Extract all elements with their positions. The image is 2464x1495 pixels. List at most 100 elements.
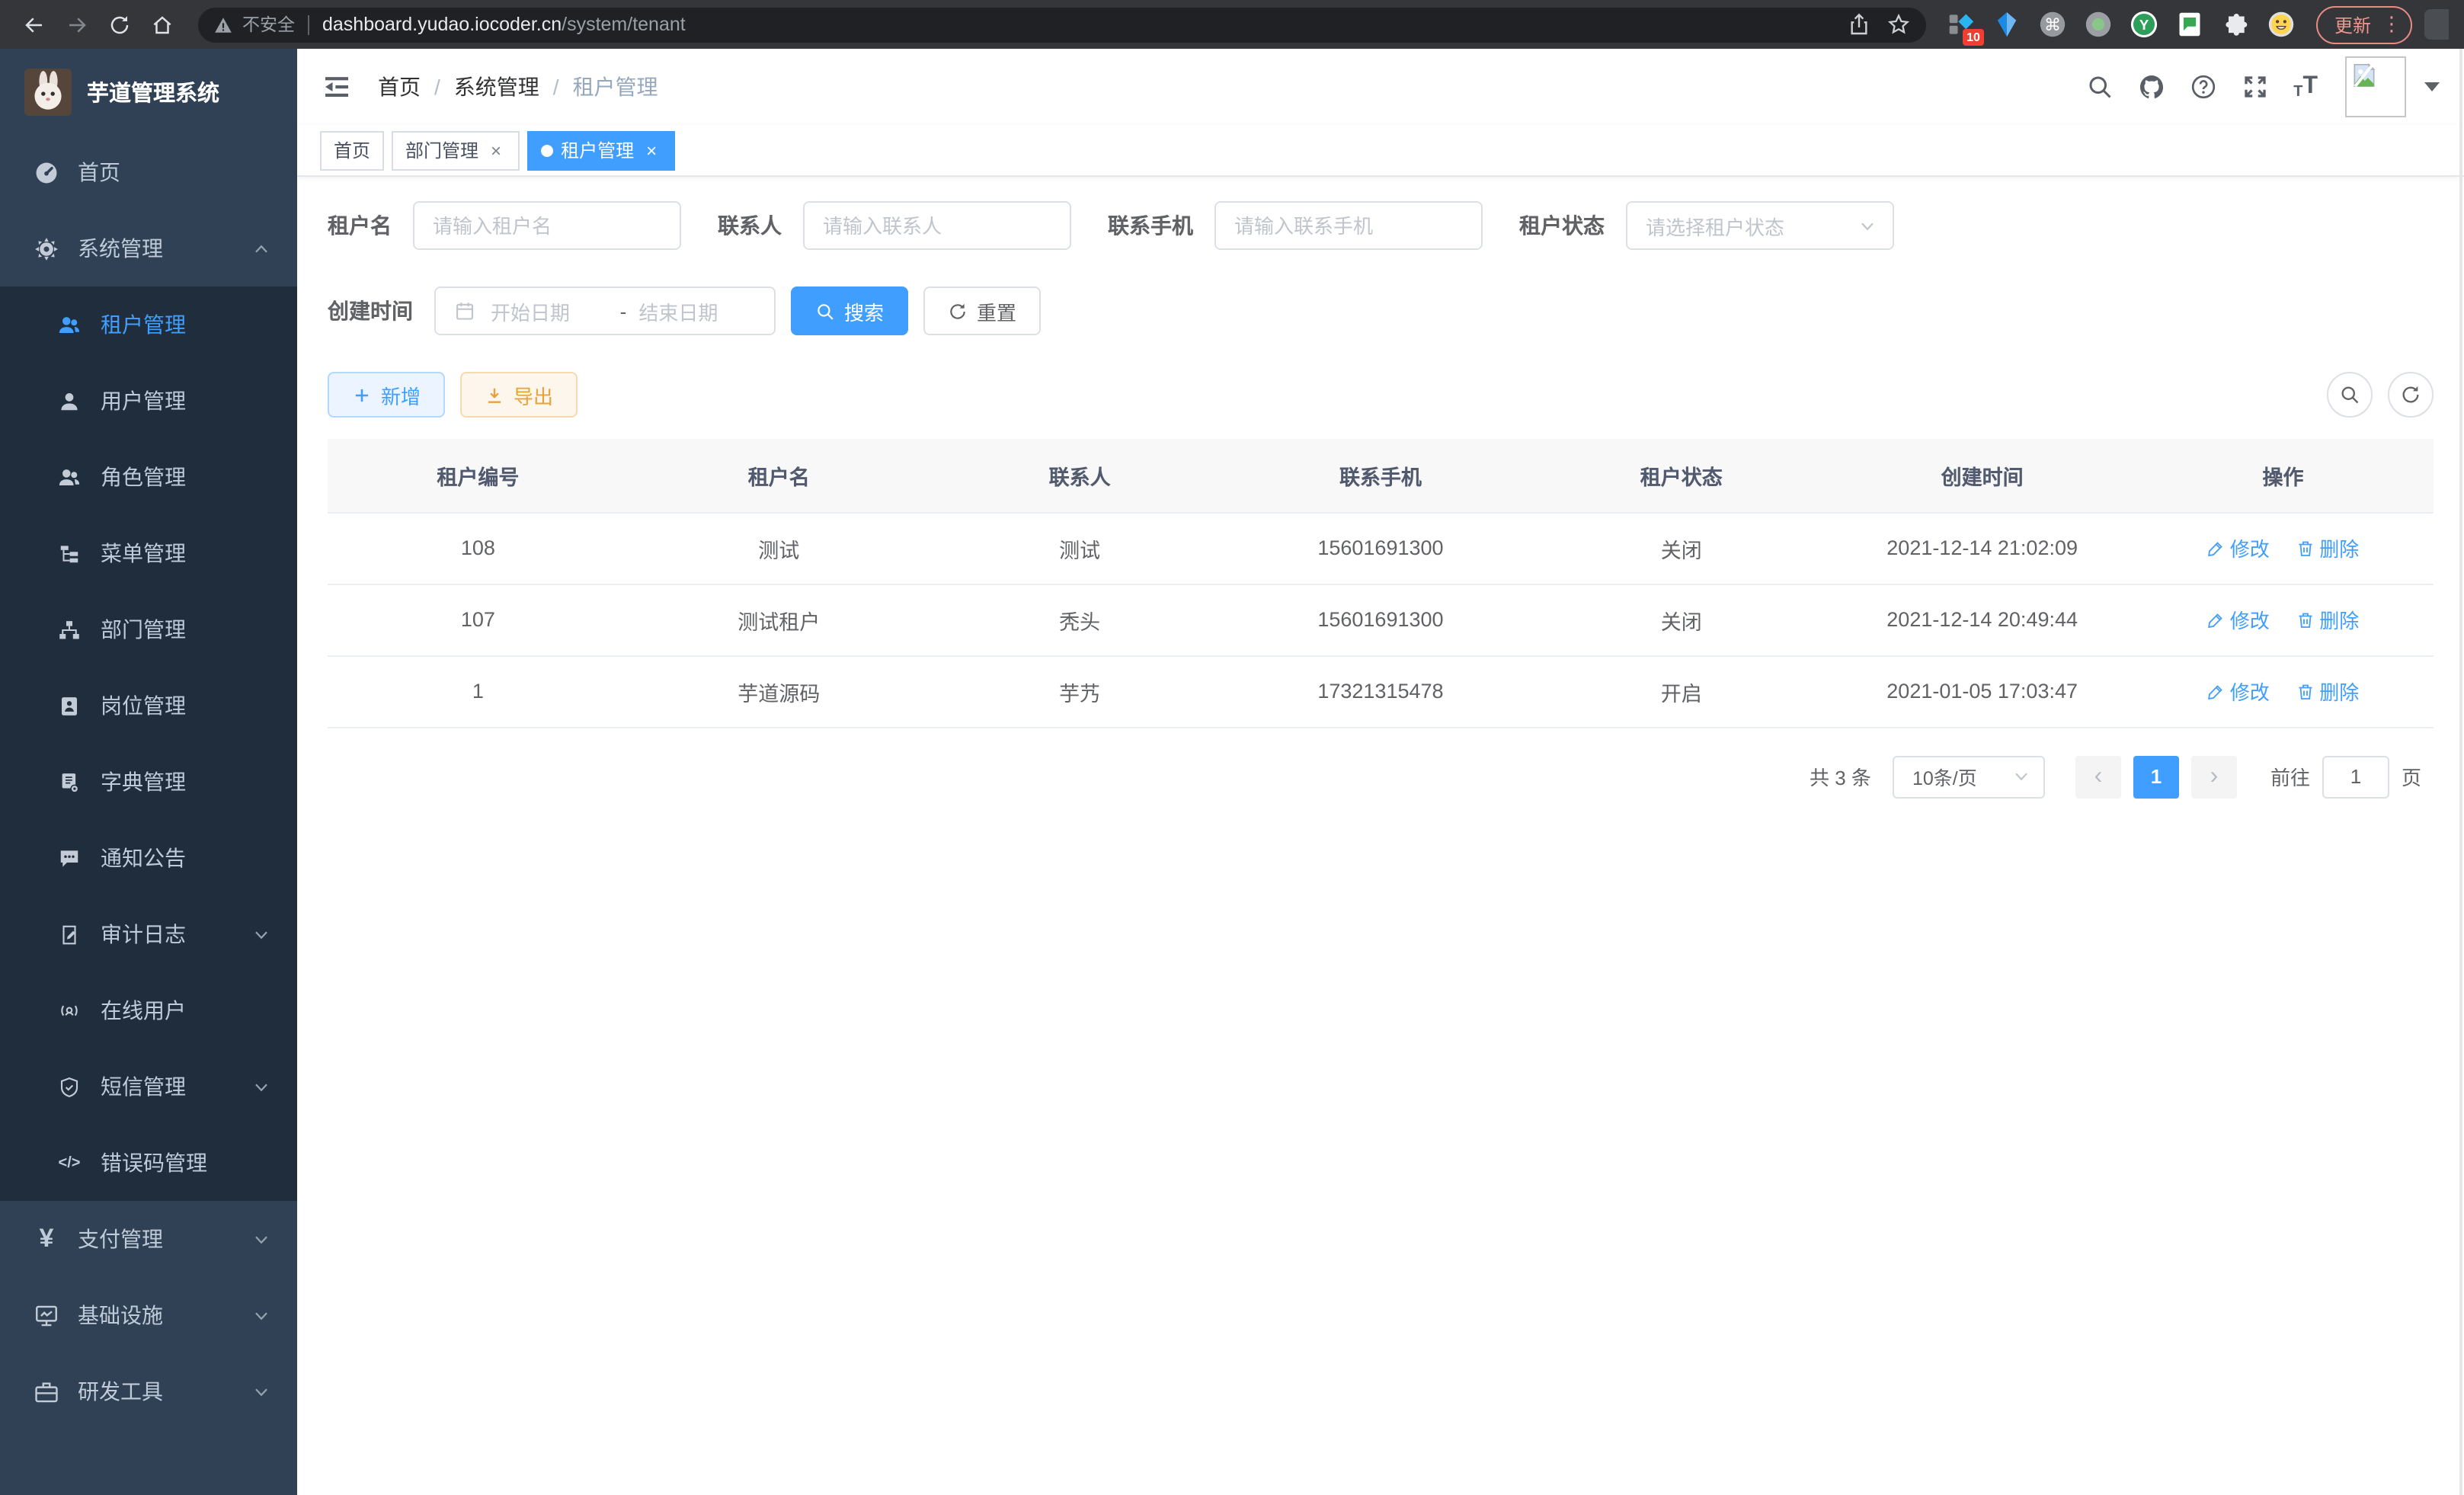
browser-home-button[interactable]	[143, 6, 180, 43]
browser-reload-button[interactable]	[101, 6, 137, 43]
status-select-placeholder: 请选择租户状态	[1646, 211, 1784, 240]
tab-home[interactable]: 首页	[320, 130, 384, 170]
breadcrumb-home[interactable]: 首页	[378, 72, 421, 102]
delete-link[interactable]: 删除	[2296, 677, 2359, 706]
breadcrumb-system[interactable]: 系统管理	[454, 72, 539, 102]
extensions-puzzle-icon[interactable]	[2222, 11, 2249, 38]
browser-menu-icon[interactable]: ⋮	[2382, 12, 2400, 37]
sidebar-item-tenant[interactable]: 租户管理	[0, 287, 297, 363]
cell-contact: 秃头	[930, 584, 1230, 655]
extension-dot-icon[interactable]	[2085, 11, 2112, 38]
edit-link[interactable]: 修改	[2207, 677, 2270, 706]
security-label: 不安全	[242, 12, 295, 37]
phone-label: 联系手机	[1108, 210, 1214, 241]
sidebar-item-infra[interactable]: 基础设施	[0, 1277, 297, 1353]
browser-profile-chip[interactable]	[2424, 9, 2449, 40]
sidebar-item-label: 短信管理	[101, 1071, 186, 1102]
refresh-icon	[2400, 384, 2421, 405]
sidebar-item-home[interactable]: 首页	[0, 134, 297, 210]
next-page-button[interactable]: ›	[2191, 755, 2237, 798]
edit-link[interactable]: 修改	[2207, 533, 2270, 562]
online-user-icon	[58, 999, 81, 1022]
tab-label: 租户管理	[561, 137, 634, 163]
browser-update-button[interactable]: 更新 ⋮	[2316, 5, 2412, 43]
sidebar-item-label: 通知公告	[101, 843, 186, 873]
filter-contact: 联系人	[718, 201, 1071, 250]
filter-phone: 联系手机	[1108, 201, 1483, 250]
sidebar-item-system[interactable]: 系统管理	[0, 210, 297, 287]
navbar-actions: TT	[2062, 56, 2440, 117]
browser-back-button[interactable]	[15, 6, 52, 43]
extension-command-icon[interactable]: ⌘	[2039, 11, 2066, 38]
fullscreen-icon[interactable]	[2242, 73, 2269, 101]
tab-tenant[interactable]: 租户管理 ×	[527, 130, 675, 170]
sidebar-item-notice[interactable]: 通知公告	[0, 820, 297, 896]
extension-grid-icon[interactable]: 10	[1947, 11, 1975, 38]
goto-page-input[interactable]	[2322, 755, 2389, 798]
pagination-total: 共 3 条	[1810, 762, 1871, 791]
app-logo-row[interactable]: 芋道管理系统	[0, 49, 297, 134]
sidebar-item-role[interactable]: 角色管理	[0, 439, 297, 515]
document-pen-icon	[58, 923, 81, 946]
github-icon[interactable]	[2138, 73, 2165, 101]
prev-page-button[interactable]: ‹	[2075, 755, 2121, 798]
window-scrollbar[interactable]	[2459, 49, 2462, 1495]
status-label: 租户状态	[1519, 210, 1626, 241]
avatar-caret-icon[interactable]	[2424, 82, 2440, 91]
date-range-picker[interactable]: 开始日期 - 结束日期	[434, 287, 776, 335]
sidebar-item-sms[interactable]: 短信管理	[0, 1048, 297, 1125]
help-icon[interactable]	[2190, 73, 2217, 101]
add-button[interactable]: 新增	[328, 372, 445, 418]
sidebar-item-online-users[interactable]: 在线用户	[0, 972, 297, 1048]
header-search-icon[interactable]	[2086, 73, 2114, 101]
edit-link[interactable]: 修改	[2207, 605, 2270, 634]
extension-chat-icon[interactable]	[2176, 11, 2203, 38]
sidebar-item-payment[interactable]: ¥ 支付管理	[0, 1201, 297, 1277]
status-select[interactable]: 请选择租户状态	[1626, 201, 1894, 250]
show-search-button[interactable]	[2327, 372, 2373, 418]
sidebar-item-label: 审计日志	[101, 919, 186, 949]
sidebar-item-dict[interactable]: 字典管理	[0, 744, 297, 820]
refresh-table-button[interactable]	[2388, 372, 2434, 418]
end-date-placeholder: 结束日期	[638, 296, 756, 325]
extension-badge: 10	[1963, 29, 1984, 46]
close-icon[interactable]: ×	[486, 139, 506, 161]
current-page[interactable]: 1	[2133, 755, 2179, 798]
column-header-name: 租户名	[629, 439, 930, 512]
search-button[interactable]: 搜索	[791, 287, 908, 335]
sidebar-fold-icon[interactable]	[322, 72, 352, 102]
column-header-actions: 操作	[2133, 439, 2434, 512]
export-button[interactable]: 导出	[460, 372, 578, 418]
reset-button[interactable]: 重置	[923, 287, 1041, 335]
sidebar-item-audit-log[interactable]: 审计日志	[0, 896, 297, 972]
close-icon[interactable]: ×	[642, 139, 661, 161]
sidebar-item-devtools[interactable]: 研发工具	[0, 1353, 297, 1429]
broken-image-icon	[2350, 61, 2379, 90]
sidebar-item-menu[interactable]: 菜单管理	[0, 515, 297, 591]
sidebar-item-error-code[interactable]: </> 错误码管理	[0, 1125, 297, 1201]
filter-row-1: 租户名 联系人 联系手机 租户状态 请选择租户状态	[328, 201, 2434, 250]
sidebar-item-post[interactable]: 岗位管理	[0, 667, 297, 744]
contact-input[interactable]	[803, 201, 1071, 250]
share-icon[interactable]	[1847, 12, 1871, 37]
phone-input[interactable]	[1214, 201, 1483, 250]
sidebar-item-dept[interactable]: 部门管理	[0, 591, 297, 667]
delete-link[interactable]: 删除	[2296, 533, 2359, 562]
browser-forward-button[interactable]	[58, 6, 94, 43]
font-size-icon[interactable]: TT	[2293, 73, 2318, 101]
goto-label: 前往	[2270, 762, 2310, 791]
avatar[interactable]	[2345, 56, 2406, 117]
breadcrumb-separator: /	[434, 75, 440, 99]
extension-emoji-icon[interactable]	[2267, 11, 2295, 38]
tab-dept[interactable]: 部门管理 ×	[392, 130, 520, 170]
sidebar-item-user[interactable]: 用户管理	[0, 363, 297, 439]
bookmark-star-icon[interactable]	[1886, 12, 1911, 37]
page-url: dashboard.yudao.iocoder.cn/system/tenant	[322, 14, 686, 35]
delete-link[interactable]: 删除	[2296, 605, 2359, 634]
address-bar[interactable]: 不安全 dashboard.yudao.iocoder.cn/system/te…	[198, 7, 1926, 42]
page-size-select[interactable]: 10条/页	[1893, 755, 2045, 798]
tenant-name-input[interactable]	[413, 201, 681, 250]
extension-kite-icon[interactable]	[1993, 11, 2021, 38]
main-area: 首页 / 系统管理 / 租户管理 TT 首页	[297, 49, 2464, 1495]
extension-y-icon[interactable]: Y	[2130, 11, 2158, 38]
